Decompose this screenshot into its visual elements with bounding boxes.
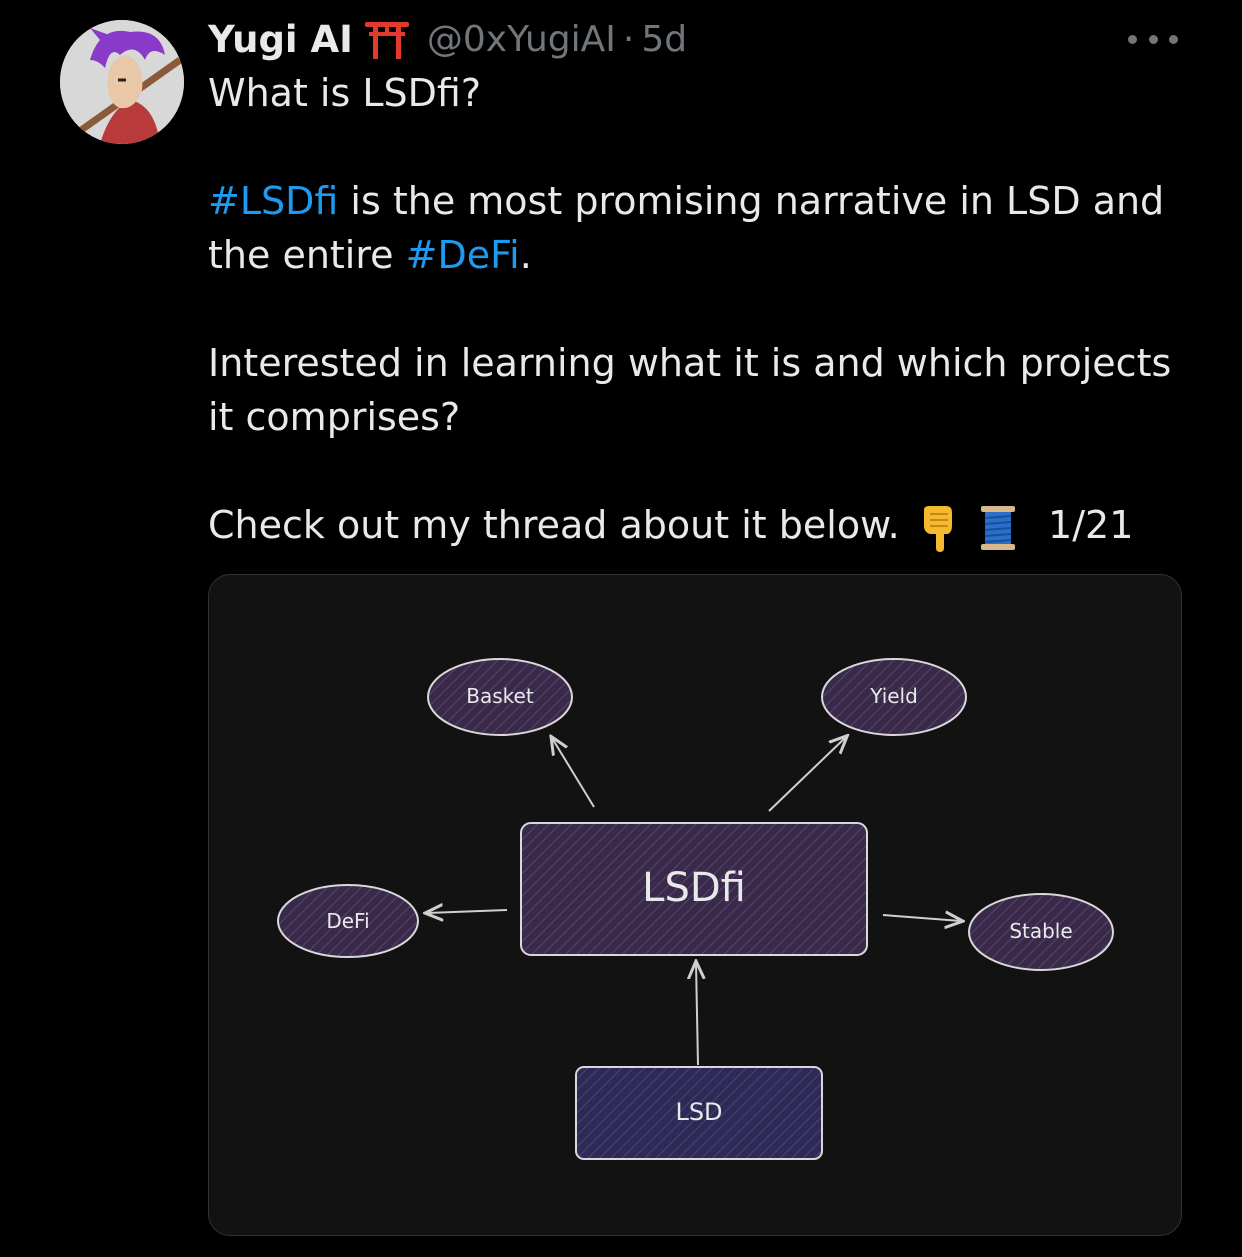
basket-node: Basket — [427, 658, 573, 736]
tweet-media-card[interactable]: LSDfi LSD Basket Yield DeFi Stable — [208, 574, 1182, 1236]
more-dot-icon — [1128, 34, 1137, 44]
tweet-header: Yugi AI @0xYugiAI · 5d — [208, 14, 687, 64]
lsdfi-diagram: LSDfi LSD Basket Yield DeFi Stable — [277, 658, 1114, 1160]
connector-stable — [882, 915, 961, 921]
lsd-node: LSD — [575, 1066, 823, 1160]
more-dot-icon — [1148, 34, 1158, 44]
torii-gate-icon — [364, 22, 409, 59]
tweet-line: Interested in learning what it is and wh… — [208, 341, 1172, 385]
thread-count: 1/21 — [1048, 503, 1134, 547]
stable-node: Stable — [968, 893, 1114, 971]
defi-label: DeFi — [326, 909, 369, 933]
more-options-button[interactable] — [1128, 24, 1178, 54]
connector-lsd — [696, 963, 698, 1066]
tweet-text: What is LSDfi? #LSDfi is the most promis… — [208, 66, 1208, 552]
connector-yield — [768, 737, 846, 812]
tweet-line: it comprises? — [208, 395, 461, 439]
yield-label: Yield — [869, 684, 918, 708]
hashtag-defi[interactable]: #DeFi — [406, 233, 520, 277]
tweet-line: #LSDfi is the most promising narrative i… — [208, 174, 1208, 228]
lsdfi-node: LSDfi — [520, 822, 868, 956]
connector-defi — [427, 910, 508, 913]
tweet-line: What is LSDfi? — [208, 71, 482, 115]
spool-of-thread-icon — [980, 505, 1015, 550]
yield-node: Yield — [821, 658, 967, 736]
user-handle[interactable]: @0xYugiAI — [427, 19, 616, 60]
tweet-text-span: the entire — [208, 233, 406, 277]
stable-label: Stable — [1009, 919, 1072, 943]
tweet-line: Check out my thread about it below. 1/21 — [208, 498, 1208, 552]
lsd-label: LSD — [675, 1098, 722, 1126]
hashtag-lsdfi[interactable]: #LSDfi — [208, 179, 338, 223]
avatar-image — [60, 20, 184, 144]
connector-basket — [552, 738, 595, 808]
separator-dot: · — [622, 18, 635, 60]
defi-node: DeFi — [277, 884, 419, 958]
tweet-text-span: Check out my thread about it below. — [208, 503, 900, 547]
tweet-line: the entire #DeFi. — [208, 228, 1208, 282]
basket-label: Basket — [466, 684, 534, 708]
display-name[interactable]: Yugi AI — [208, 18, 353, 61]
avatar[interactable] — [60, 20, 184, 144]
pointing-down-icon — [923, 505, 952, 552]
more-dot-icon — [1169, 34, 1178, 44]
lsdfi-label: LSDfi — [642, 865, 746, 911]
tweet-text-span: . — [519, 233, 532, 277]
timestamp[interactable]: 5d — [641, 19, 687, 60]
tweet-text-span: is the most promising narrative in LSD a… — [338, 179, 1165, 223]
